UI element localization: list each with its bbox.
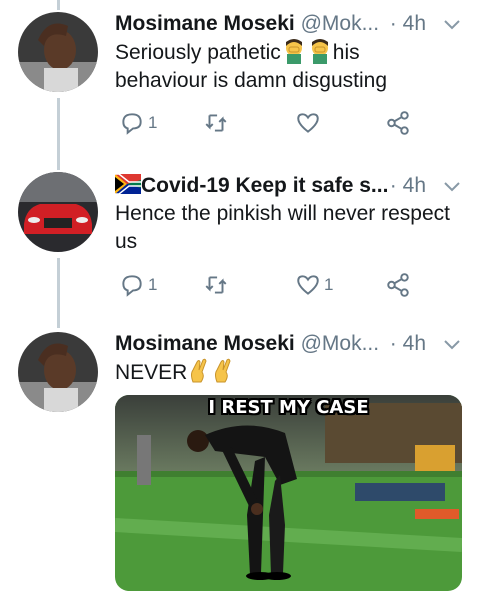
crossed-fingers-icon <box>191 358 207 383</box>
tweet[interactable]: Covid-19 Keep it safe s... · 4h Hence th… <box>0 172 480 322</box>
share-button[interactable] <box>385 270 411 300</box>
tweet-text: Hence the pinkish will never respect us <box>115 202 450 253</box>
heart-icon <box>297 275 319 295</box>
tweet-text: NEVER <box>115 358 468 387</box>
display-name[interactable]: Covid-19 Keep it safe s... <box>141 174 388 197</box>
tweet-media-image[interactable]: I REST MY CASE <box>115 395 462 591</box>
share-button[interactable] <box>385 108 411 138</box>
chevron-down-icon[interactable] <box>442 14 462 34</box>
retweet-button[interactable] <box>203 270 229 300</box>
avatar[interactable] <box>18 172 98 252</box>
tweet-actions: 1 <box>115 108 415 138</box>
meme-caption: I REST MY CASE <box>208 397 369 418</box>
display-name[interactable]: Mosimane Moseki <box>115 12 295 35</box>
facepalm-emoji-icon <box>311 39 328 64</box>
avatar[interactable] <box>18 12 98 92</box>
chevron-down-icon[interactable] <box>442 334 462 354</box>
retweet-icon <box>205 114 227 132</box>
tweet-text: Seriously pathetic his behaviour is damn … <box>115 38 468 95</box>
user-handle[interactable]: @Mok... <box>301 12 380 35</box>
like-count: 1 <box>324 275 334 294</box>
reply-button[interactable]: 1 <box>119 270 157 300</box>
reply-icon <box>122 113 142 135</box>
timestamp[interactable]: · 4h <box>390 330 426 358</box>
tweet-header: Mosimane Moseki @Mok... · 4h <box>115 330 462 358</box>
reply-count: 1 <box>148 275 158 294</box>
user-handle[interactable]: @Mok... <box>301 332 380 355</box>
thread-line <box>57 0 60 10</box>
facepalm-emoji-icon <box>285 39 302 64</box>
south-africa-flag-icon <box>115 174 141 194</box>
retweet-icon <box>205 276 227 294</box>
chevron-down-icon[interactable] <box>442 176 462 196</box>
tweet-actions: 1 1 <box>115 270 415 300</box>
share-icon <box>387 273 409 297</box>
share-icon <box>387 111 409 135</box>
reply-icon <box>122 275 142 297</box>
reply-count: 1 <box>148 113 158 132</box>
like-button[interactable]: 1 <box>295 270 333 300</box>
meme-photo <box>115 395 462 591</box>
heart-icon <box>297 113 319 133</box>
reply-button[interactable]: 1 <box>119 108 157 138</box>
retweet-button[interactable] <box>203 108 229 138</box>
avatar[interactable] <box>18 332 98 412</box>
like-button[interactable] <box>295 108 321 138</box>
timestamp[interactable]: · 4h <box>390 10 426 38</box>
tweet[interactable]: Mosimane Moseki @Mok... · 4h Seriously p… <box>0 10 480 160</box>
timestamp[interactable]: · 4h <box>390 172 426 200</box>
display-name[interactable]: Mosimane Moseki <box>115 332 295 355</box>
tweet-header: Covid-19 Keep it safe s... · 4h <box>115 172 462 200</box>
crossed-fingers-icon <box>215 358 231 383</box>
tweet-header: Mosimane Moseki @Mok... · 4h <box>115 10 462 38</box>
